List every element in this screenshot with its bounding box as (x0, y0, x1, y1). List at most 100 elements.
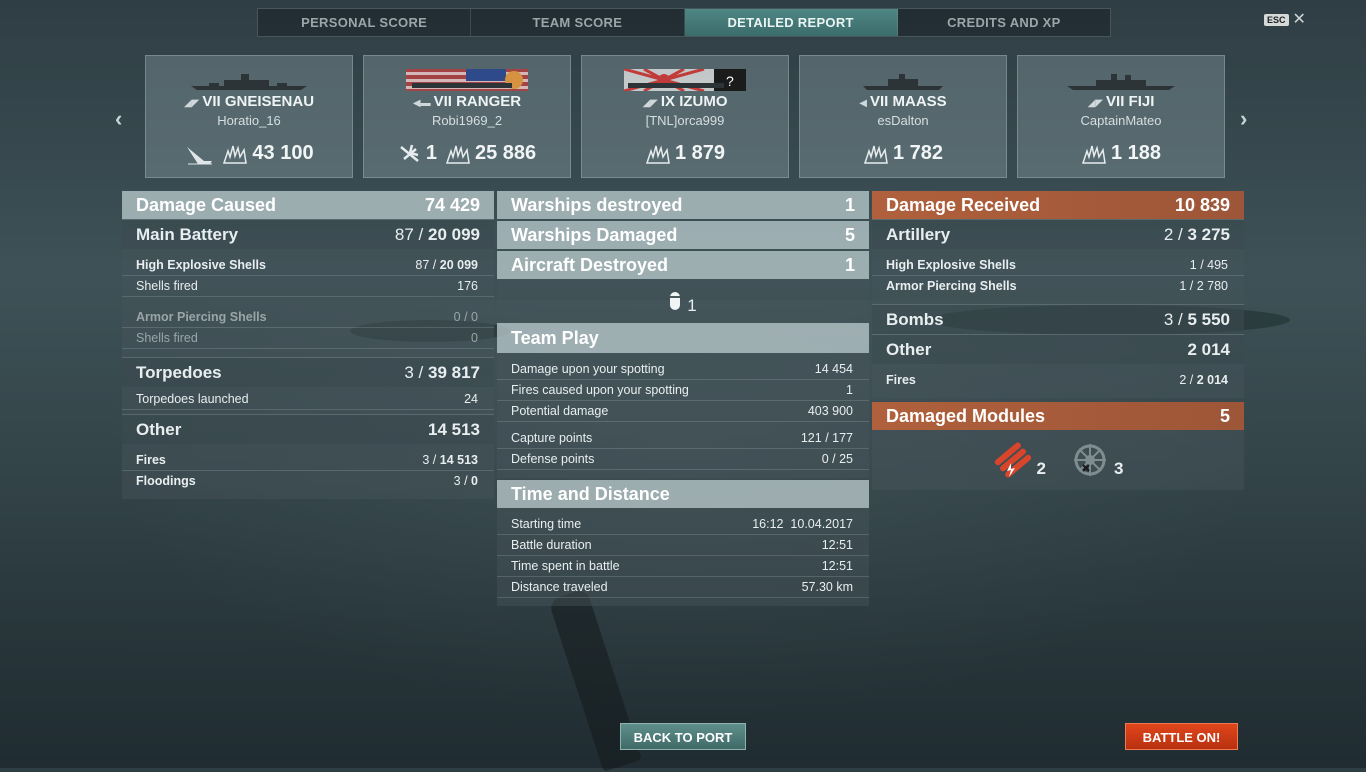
ship-stats: 1 188 (1018, 142, 1224, 165)
received-he-row: High Explosive Shells 1 / 495 (872, 255, 1244, 276)
aircraft-destroyed-summary: 1 (497, 279, 869, 323)
ship-stats: 43 100 (146, 142, 352, 165)
ship-class-icon: ◢◤ (642, 98, 658, 109)
ship-card[interactable]: ◢◤ VII FIJI CaptainMateo 1 188 (1017, 55, 1225, 178)
received-fires-row: Fires 2 / 2 014 (886, 373, 1228, 387)
main-battery-details: High Explosive Shells 87 / 20 099 Shells … (122, 249, 494, 357)
aircraft-destroyed-icon (400, 144, 419, 162)
tab-personal-score[interactable]: PERSONAL SCORE (258, 9, 472, 36)
tab-team-score[interactable]: TEAM SCORE (471, 9, 685, 36)
main-battery-row: Main Battery 87 / 20 099 (122, 219, 494, 249)
other-caused-row: Other 14 513 (122, 414, 494, 444)
ship-silhouette-icon (863, 74, 943, 90)
ap-shells-fired-row: Shells fired 0 (122, 328, 494, 349)
ship-silhouette-icon (191, 74, 307, 90)
tab-credits-xp[interactable]: CREDITS AND XP (898, 9, 1110, 36)
warships-destroyed-header: Warships destroyed 1 (497, 191, 869, 219)
carousel-prev-icon[interactable]: ‹ (115, 106, 122, 132)
torpedoes-launched-row: Torpedoes launched 24 (122, 389, 494, 410)
damage-spotting-row: Damage upon your spotting 14 454 (497, 359, 869, 380)
other-received-details: Fires 2 / 2 014 (872, 364, 1244, 398)
torpedoes-row: Torpedoes 3 / 39 817 (122, 357, 494, 387)
damage-icon (223, 144, 248, 164)
fires-spotting-row: Fires caused upon your spotting 1 (497, 380, 869, 401)
ship-card[interactable]: ◀▬ VII RANGER Robi1969_2 1 25 886 (363, 55, 571, 178)
damage-caused-header: Damage Caused 74 429 (122, 191, 494, 219)
damage-icon (863, 144, 888, 164)
battle-duration-row: Battle duration 12:51 (497, 535, 869, 556)
time-in-battle-row: Time spent in battle 12:51 (497, 556, 869, 577)
potential-damage-row: Potential damage 403 900 (497, 401, 869, 422)
defense-points-row: Defense points 0 / 25 (497, 449, 869, 470)
ship-name: ◢◤ VII GNEISENAU (183, 93, 315, 110)
damage-received-header: Damage Received 10 839 (872, 191, 1244, 219)
time-distance-details: Starting time 16:12 10.04.2017 Battle dur… (497, 508, 869, 606)
esc-key-label: ESC (1264, 14, 1289, 26)
other-received-row: Other 2 014 (872, 334, 1244, 364)
ship-class-icon: ◢◤ (1087, 98, 1104, 109)
steering-gear-icon (1074, 444, 1106, 476)
ship-stats: 1 879 (582, 142, 788, 165)
module-steering: 3 (1070, 441, 1123, 479)
ship-card[interactable]: ◀ VII MAASS esDalton 1 782 (799, 55, 1007, 178)
battle-on-button[interactable]: BATTLE ON! (1125, 723, 1238, 750)
ship-class-icon: ◢◤ (183, 98, 200, 109)
ship-name: ◢◤ IX IZUMO (642, 93, 728, 110)
sunk-ship-icon (187, 146, 213, 164)
other-caused-details: Fires 3 / 14 513 Floodings 3 / 0 (122, 444, 494, 499)
torpedoes-details: Torpedoes launched 24 (122, 387, 494, 414)
back-to-port-button[interactable]: BACK TO PORT (620, 723, 746, 750)
torpedo-tubes-icon (994, 442, 1031, 478)
ship-name: ◀▬ VII RANGER (412, 93, 522, 110)
player-name: esDalton (877, 113, 929, 128)
capture-points-row: Capture points 121 / 177 (497, 428, 869, 449)
carousel-next-icon[interactable]: › (1240, 106, 1247, 132)
ship-class-icon: ◀▬ (412, 98, 431, 109)
player-name: Horatio_16 (217, 113, 281, 128)
player-name: CaptainMateo (1080, 113, 1162, 128)
starting-time-row: Starting time 16:12 10.04.2017 (497, 514, 869, 535)
ap-shells-row: Armor Piercing Shells 0 / 0 (122, 307, 494, 328)
ship-silhouette-icon (1067, 74, 1175, 90)
damaged-modules-header: Damaged Modules 5 (872, 402, 1244, 430)
ship-class-icon: ◀ (859, 98, 867, 109)
artillery-details: High Explosive Shells 1 / 495 Armor Pierc… (872, 249, 1244, 304)
team-play-header: Team Play (497, 323, 869, 353)
he-shells-row: High Explosive Shells 87 / 20 099 (122, 255, 494, 276)
artillery-row: Artillery 2 / 3 275 (872, 219, 1244, 249)
distance-traveled-row: Distance traveled 57.30 km (497, 577, 869, 598)
warships-damaged-header: Warships Damaged 5 (497, 221, 869, 249)
time-distance-header: Time and Distance (497, 480, 869, 508)
ship-name: ◀ VII MAASS (859, 93, 947, 110)
ship-carousel: ◢◤ VII GNEISENAU Horatio_16 43 100 ◀▬ VII … (145, 55, 1225, 178)
aircraft-icon (670, 292, 681, 310)
tab-detailed-report[interactable]: DETAILED REPORT (684, 9, 898, 36)
ship-card[interactable]: ◢◤ VII GNEISENAU Horatio_16 43 100 (145, 55, 353, 178)
team-play-details: Damage upon your spotting 14 454 Fires ca… (497, 353, 869, 478)
player-name: Robi1969_2 (431, 113, 503, 128)
bombs-row: Bombs 3 / 5 550 (872, 304, 1244, 334)
received-ap-row: Armor Piercing Shells 1 / 2 780 (886, 279, 1228, 293)
damage-icon (445, 144, 470, 164)
ship-stats: 1 782 (800, 142, 1006, 165)
battle-summary-panel: Warships destroyed 1 Warships Damaged 5 Ai… (497, 191, 869, 606)
svg-text:?: ? (726, 73, 734, 89)
he-shells-fired-row: Shells fired 176 (122, 276, 494, 297)
ship-name: ◢◤ VII FIJI (1087, 93, 1155, 110)
floodings-row: Floodings 3 / 0 (136, 474, 478, 488)
ship-card[interactable]: ? ◢◤ IX IZUMO [TNL]orca999 1 879 (581, 55, 789, 178)
report-tabs: PERSONAL SCORE TEAM SCORE DETAILED REPOR… (257, 8, 1111, 37)
close-icon[interactable]: ✕ (1293, 12, 1306, 28)
damage-icon (1081, 144, 1106, 164)
player-name: [TNL]orca999 (645, 113, 725, 128)
aircraft-destroyed-header: Aircraft Destroyed 1 (497, 251, 869, 279)
ship-flag-icon (406, 69, 528, 91)
close-button[interactable]: ESC ✕ (1264, 12, 1306, 28)
fires-row: Fires 3 / 14 513 (122, 450, 494, 471)
module-torpedo-tubes: 2 (993, 441, 1046, 479)
damage-icon (645, 144, 670, 164)
damage-caused-panel: Damage Caused 74 429 Main Battery 87 / 20… (122, 191, 494, 499)
ship-stats: 1 25 886 (364, 142, 570, 165)
ship-flag-icon: ? (624, 69, 746, 91)
damaged-modules-list: 2 3 (872, 430, 1244, 490)
